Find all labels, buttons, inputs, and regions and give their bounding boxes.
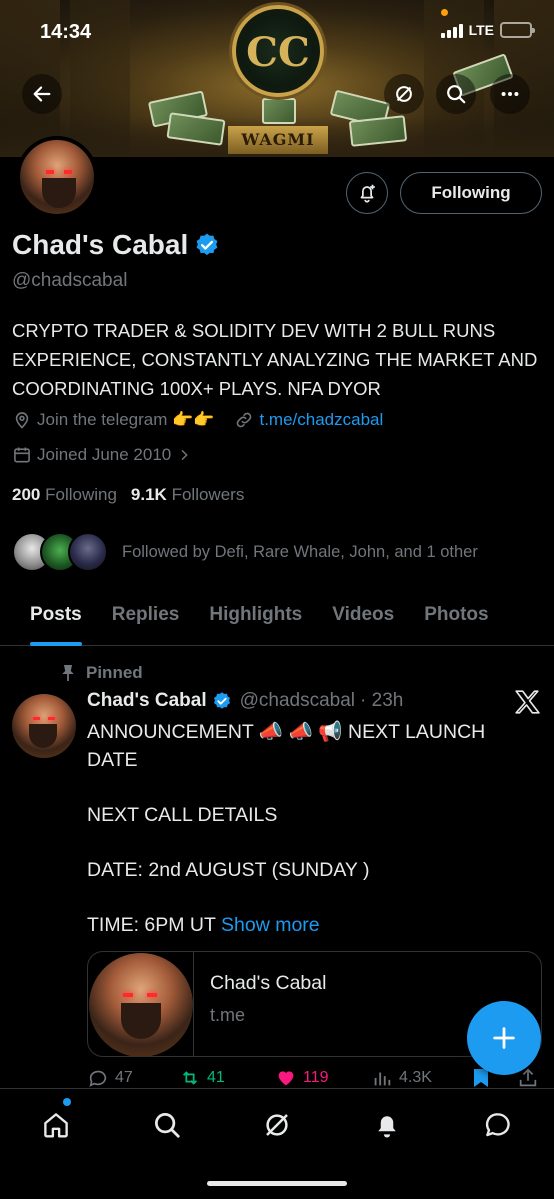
show-more-link[interactable]: Show more bbox=[221, 914, 320, 936]
search-icon bbox=[155, 1113, 180, 1138]
post-text-line: TIME: 6PM UT Show more bbox=[87, 914, 320, 936]
post-author-handle[interactable]: @chadscabal bbox=[240, 690, 355, 712]
bell-plus-icon bbox=[360, 184, 375, 203]
location-pin-icon bbox=[15, 412, 29, 429]
back-arrow-icon bbox=[33, 86, 51, 102]
profile-handle: @chadscabal bbox=[12, 270, 128, 291]
profile-bio: CRYPTO TRADER & SOLIDITY DEV WITH 2 BULL… bbox=[12, 320, 538, 399]
website-item[interactable]: t.me/chadzcabal bbox=[234, 410, 383, 430]
banner-logo: CC bbox=[232, 5, 324, 97]
profile-avatar[interactable] bbox=[16, 136, 98, 218]
repost-action[interactable]: 41 bbox=[179, 1068, 275, 1088]
views-action[interactable]: 4.3K bbox=[371, 1068, 471, 1088]
location-text: Join the telegram 👉👉 bbox=[37, 410, 215, 429]
joined-text: Joined June 2010 bbox=[37, 445, 172, 464]
website-link[interactable]: t.me/chadzcabal bbox=[259, 410, 383, 430]
tab-highlights[interactable]: Highlights bbox=[209, 594, 302, 646]
calendar-icon bbox=[14, 447, 30, 463]
link-card-thumbnail bbox=[88, 952, 194, 1056]
views-chart-icon bbox=[374, 1072, 391, 1086]
x-logo-icon[interactable] bbox=[514, 690, 540, 714]
nav-messages[interactable] bbox=[478, 1105, 518, 1145]
grok-button[interactable] bbox=[384, 74, 424, 114]
share-action[interactable] bbox=[517, 1068, 547, 1088]
link-card-domain: t.me bbox=[210, 1005, 246, 1025]
home-indicator[interactable] bbox=[207, 1181, 347, 1186]
follower-avatar bbox=[68, 532, 108, 572]
followed-by-text: Followed by Defi, Rare Whale, John, and … bbox=[122, 542, 478, 561]
grok-icon bbox=[266, 1114, 288, 1136]
repost-icon bbox=[182, 1071, 198, 1085]
reply-action[interactable]: 47 bbox=[87, 1068, 179, 1088]
tab-photos[interactable]: Photos bbox=[424, 594, 488, 646]
grok-icon bbox=[396, 86, 412, 102]
home-icon bbox=[44, 1113, 68, 1138]
home-unread-dot bbox=[63, 1098, 71, 1106]
nav-search[interactable] bbox=[147, 1105, 187, 1145]
chevron-right-icon bbox=[181, 449, 188, 461]
display-name: Chad's Cabal bbox=[12, 229, 189, 260]
messages-icon bbox=[485, 1113, 510, 1137]
nav-home[interactable] bbox=[36, 1105, 76, 1145]
reply-icon bbox=[89, 1070, 107, 1087]
signal-icon bbox=[440, 22, 463, 38]
joined-row[interactable]: Joined June 2010 bbox=[12, 445, 212, 465]
location-item: Join the telegram 👉👉 bbox=[12, 410, 214, 430]
more-options-button[interactable] bbox=[490, 74, 530, 114]
post-actions: 47 41 119 4.3K bbox=[87, 1068, 547, 1088]
privacy-indicator-dot bbox=[441, 9, 448, 16]
followed-by-row[interactable]: Followed by Defi, Rare Whale, John, and … bbox=[12, 532, 478, 572]
tab-posts[interactable]: Posts bbox=[30, 594, 82, 646]
following-count-link[interactable]: 200 Following bbox=[12, 485, 117, 505]
back-button[interactable] bbox=[22, 74, 62, 114]
notifications-toggle-button[interactable] bbox=[346, 172, 388, 214]
post-body: ANNOUNCEMENT 📣 📣 📢 NEXT LAUNCH DATE NEXT… bbox=[87, 718, 537, 966]
tab-videos[interactable]: Videos bbox=[332, 594, 394, 646]
notifications-bell-icon bbox=[378, 1116, 396, 1138]
following-button[interactable]: Following bbox=[400, 172, 542, 214]
status-indicators: LTE bbox=[440, 22, 535, 38]
post-text-line: ANNOUNCEMENT 📣 📣 📢 NEXT LAUNCH DATE bbox=[87, 721, 486, 771]
heart-icon bbox=[278, 1071, 294, 1086]
like-action[interactable]: 119 bbox=[275, 1068, 371, 1088]
banner-wagmi-text: WAGMI bbox=[228, 126, 328, 154]
profile-meta-row: Join the telegram 👉👉 t.me/chadzcabal bbox=[12, 410, 403, 430]
plus-icon bbox=[493, 1027, 515, 1049]
pinned-label-row: Pinned bbox=[60, 663, 143, 683]
compose-post-button[interactable] bbox=[467, 1001, 541, 1075]
profile-tabs: Posts Replies Highlights Videos Photos bbox=[0, 594, 554, 646]
status-time: 14:34 bbox=[40, 21, 92, 43]
nav-grok[interactable] bbox=[257, 1105, 297, 1145]
post-timestamp: · 23h bbox=[360, 690, 404, 711]
nav-notifications[interactable] bbox=[367, 1105, 407, 1145]
search-icon bbox=[447, 85, 466, 104]
network-label: LTE bbox=[468, 22, 494, 38]
verified-badge-icon[interactable] bbox=[194, 232, 220, 258]
pin-icon bbox=[62, 665, 74, 681]
followers-count-link[interactable]: 9.1K Followers bbox=[131, 485, 244, 505]
post-text-line: DATE: 2nd AUGUST (SUNDAY ) bbox=[87, 859, 370, 881]
post-text-line: NEXT CALL DETAILS bbox=[87, 804, 278, 826]
battery-icon bbox=[500, 22, 535, 38]
follow-stats: 200 Following 9.1K Followers bbox=[12, 485, 244, 505]
more-dots-icon bbox=[501, 91, 519, 97]
profile-name-row: Chad's Cabal bbox=[12, 229, 220, 261]
link-icon bbox=[237, 412, 252, 428]
post-header: Chad's Cabal @chadscabal · 23h bbox=[87, 690, 403, 712]
verified-badge-icon bbox=[213, 692, 230, 709]
search-button[interactable] bbox=[436, 74, 476, 114]
joined-item[interactable]: Joined June 2010 bbox=[12, 445, 192, 465]
link-card-title: Chad's Cabal bbox=[210, 972, 327, 994]
tab-replies[interactable]: Replies bbox=[112, 594, 180, 646]
post-author-avatar[interactable] bbox=[12, 694, 76, 758]
post-author-name[interactable]: Chad's Cabal bbox=[87, 690, 207, 712]
